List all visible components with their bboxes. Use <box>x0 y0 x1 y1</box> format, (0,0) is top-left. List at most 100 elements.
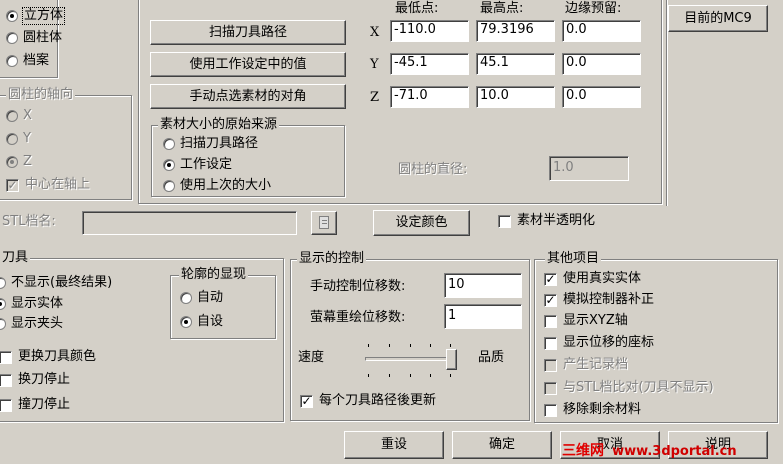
shape-option-cylinder[interactable]: 圆柱体 <box>6 30 62 46</box>
update-each-path-checkbox[interactable]: ✓ 每个刀具路径後更新 <box>300 393 436 409</box>
remove-residual-material-checkbox[interactable]: 移除剩余材料 <box>544 402 641 418</box>
checkbox-box <box>0 350 12 364</box>
source-option-scan[interactable]: 扫描刀具路径 <box>163 136 258 152</box>
watermark-text-2: 网 <box>590 443 604 459</box>
redraw-steps-field[interactable]: 1 <box>444 304 522 329</box>
slider-tick <box>450 344 451 347</box>
watermark-text-1: 三维 <box>562 443 590 459</box>
set-color-button[interactable]: 设定颜色 <box>373 210 470 236</box>
radio-indicator <box>6 32 18 44</box>
manual-steps-label: 手动控制位移数: <box>310 279 406 294</box>
checkbox-box: ✓ <box>544 292 557 307</box>
use-work-settings-button[interactable]: 使用工作设定中的值 <box>150 52 346 77</box>
slider-tick <box>410 344 411 347</box>
slider-tick <box>410 374 411 377</box>
browse-button[interactable] <box>311 211 337 235</box>
radio-indicator <box>180 292 192 304</box>
show-xyz-axes-checkbox[interactable]: 显示XYZ轴 <box>544 313 628 329</box>
axis-option-y[interactable]: Y <box>6 131 31 147</box>
show-displacement-coords-checkbox[interactable]: 显示位移的座标 <box>544 335 654 351</box>
slider-tick <box>430 374 431 377</box>
cylinder-diameter-field[interactable]: 1.0 <box>549 156 629 181</box>
slider-tick <box>389 344 390 347</box>
radio-indicator <box>6 110 18 122</box>
slider-tick <box>389 374 390 377</box>
watermark-url: www.3dportal.cn <box>612 444 737 459</box>
z-margin-field[interactable]: 0.0 <box>562 86 641 108</box>
center-on-axis-checkbox[interactable]: ✓ 中心在轴上 <box>6 177 90 193</box>
checkbox-box <box>544 358 557 372</box>
manual-steps-field[interactable]: 10 <box>444 273 522 298</box>
shape-option-file[interactable]: 档案 <box>6 53 49 69</box>
axis-label-x: X <box>370 25 380 40</box>
source-option-work-settings[interactable]: 工作设定 <box>163 157 232 173</box>
change-tool-color-checkbox[interactable]: 更换刀具颜色 <box>0 349 96 365</box>
simulate-controller-comp-checkbox[interactable]: ✓ 模拟控制器补正 <box>544 292 654 308</box>
checkbox-box <box>0 398 12 412</box>
tool-group-title: 刀具 <box>0 250 31 265</box>
checkbox-box: ✓ <box>544 271 557 286</box>
checkbox-box <box>0 373 12 387</box>
slider-tick <box>430 344 431 347</box>
tool-option-solid[interactable]: 显示实体 <box>0 296 63 312</box>
margin-header: 边缘预留: <box>565 1 622 16</box>
quality-label: 品质 <box>478 350 505 365</box>
current-mc9-button[interactable]: 目前的MC9 <box>668 5 768 32</box>
checkbox-box: ✓ <box>6 177 19 192</box>
compare-stl-checkbox[interactable]: 与STL档比对(刀具不显示) <box>544 380 714 396</box>
translucent-checkbox[interactable]: 素材半透明化 <box>498 213 595 229</box>
radio-indicator <box>0 277 6 289</box>
speed-quality-slider[interactable] <box>362 338 462 382</box>
checkbox-box <box>544 336 557 350</box>
reset-button[interactable]: 重设 <box>344 431 444 459</box>
radio-indicator <box>0 298 6 310</box>
other-items-title: 其他项目 <box>545 251 602 266</box>
y-max-field[interactable]: 45.1 <box>476 53 555 75</box>
cylinder-diameter-label: 圆柱的直径: <box>398 162 468 177</box>
radio-indicator <box>6 156 18 168</box>
axis-option-x[interactable]: X <box>6 108 32 124</box>
stl-label: STL档名: <box>2 214 56 229</box>
checkbox-box <box>544 314 557 328</box>
scan-toolpath-button[interactable]: 扫描刀具路径 <box>150 20 346 45</box>
slider-track <box>365 357 455 361</box>
checkbox-box: ✓ <box>300 393 313 408</box>
slider-tick <box>450 374 451 377</box>
stop-on-collision-checkbox[interactable]: 撞刀停止 <box>0 397 70 413</box>
max-header: 最高点: <box>480 1 524 16</box>
x-max-field[interactable]: 79.3196 <box>476 20 555 42</box>
x-margin-field[interactable]: 0.0 <box>562 20 641 42</box>
outline-option-custom[interactable]: 自设 <box>180 314 223 330</box>
source-group-title: 素材大小的原始来源 <box>158 117 280 132</box>
tool-option-holder[interactable]: 显示夹头 <box>0 316 63 332</box>
radio-indicator <box>163 180 175 192</box>
x-min-field[interactable]: -110.0 <box>390 20 469 42</box>
use-true-solid-checkbox[interactable]: ✓ 使用真实实体 <box>544 271 641 287</box>
radio-indicator <box>6 55 18 67</box>
source-option-last-size[interactable]: 使用上次的大小 <box>163 178 271 194</box>
checkbox-box <box>498 214 511 228</box>
z-min-field[interactable]: -71.0 <box>390 86 469 108</box>
outline-group-title: 轮廓的显现 <box>179 267 249 282</box>
generate-log-checkbox[interactable]: 产生记录档 <box>544 357 628 373</box>
stop-on-tool-change-checkbox[interactable]: 换刀停止 <box>0 372 70 388</box>
outline-option-auto[interactable]: 自动 <box>180 290 223 306</box>
radio-indicator <box>6 133 18 145</box>
shape-option-cube[interactable]: 立方体 <box>6 7 66 25</box>
slider-thumb[interactable] <box>446 349 457 370</box>
pick-corners-button[interactable]: 手动点选素材的对角 <box>150 84 346 109</box>
axis-option-z[interactable]: Z <box>6 154 32 170</box>
slider-tick <box>368 344 369 347</box>
y-margin-field[interactable]: 0.0 <box>562 53 641 75</box>
min-header: 最低点: <box>395 1 439 16</box>
z-max-field[interactable]: 10.0 <box>476 86 555 108</box>
checkbox-box <box>544 381 557 395</box>
stl-file-field[interactable] <box>82 211 297 235</box>
y-min-field[interactable]: -45.1 <box>390 53 469 75</box>
right-panel-edge <box>666 0 667 206</box>
radio-indicator <box>180 316 192 328</box>
radio-indicator <box>6 10 18 22</box>
tool-option-hide[interactable]: 不显示(最终结果) <box>0 275 112 291</box>
checkbox-box <box>544 403 557 417</box>
ok-button[interactable]: 确定 <box>452 431 552 459</box>
